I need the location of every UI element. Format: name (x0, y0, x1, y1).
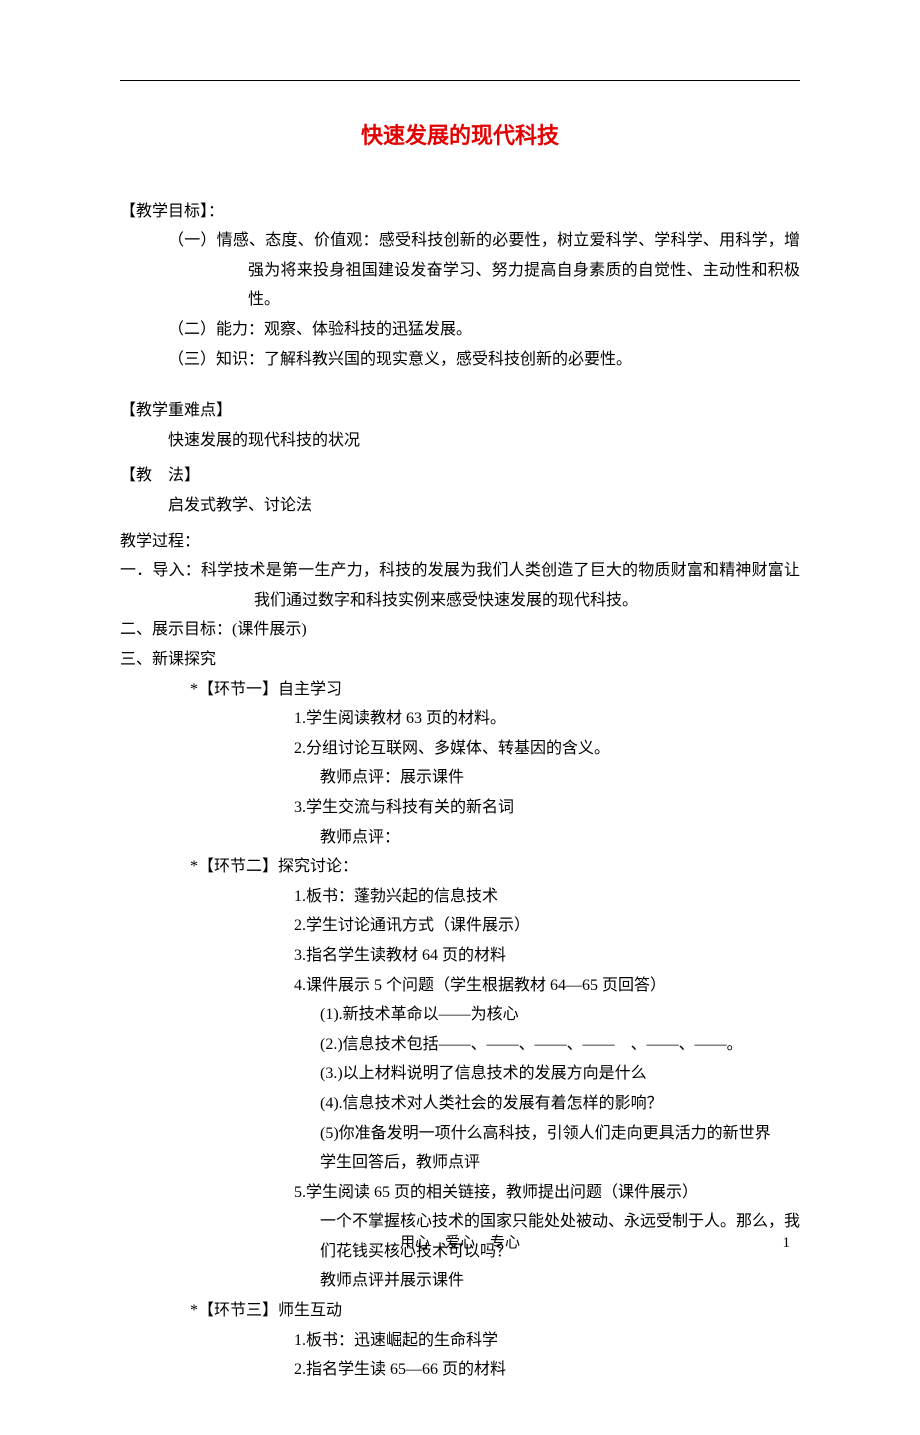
goal-1: （一）情感、态度、价值观：感受科技创新的必要性，树立爱科学、学科学、用科学，增强… (120, 226, 800, 315)
spacer (120, 374, 800, 390)
p2-2: 2.学生讨论通讯方式（课件展示） (120, 911, 800, 941)
difficulty-body: 快速发展的现代科技的状况 (120, 426, 800, 456)
method-heading: 【教 法】 (120, 461, 800, 491)
p2-4-6: 学生回答后，教师点评 (120, 1148, 800, 1178)
page-number: 1 (783, 1230, 791, 1258)
p2-4-5: (5)你准备发明一项什么高科技，引领人们走向更具活力的新世界 (120, 1119, 800, 1149)
p2-4-2: (2.)信息技术包括——、——、——、—— 、——、——。 (120, 1030, 800, 1060)
p1-2a: 教师点评：展示课件 (120, 763, 800, 793)
p1-2: 2.分组讨论互联网、多媒体、转基因的含义。 (120, 734, 800, 764)
p1-1: 1.学生阅读教材 63 页的材料。 (120, 704, 800, 734)
intro-text: 一．导入：科学技术是第一生产力，科技的发展为我们人类创造了巨大的物质财富和精神财… (120, 556, 800, 615)
top-divider (120, 80, 800, 81)
p1-3: 3.学生交流与科技有关的新名词 (120, 793, 800, 823)
document-page: 快速发展的现代科技 【教学目标】： （一）情感、态度、价值观：感受科技创新的必要… (0, 0, 920, 1435)
goal-2: （二）能力：观察、体验科技的迅猛发展。 (120, 315, 800, 345)
p2-4: 4.课件展示 5 个问题（学生根据教材 64—65 页回答） (120, 971, 800, 1001)
method-body: 启发式教学、讨论法 (120, 491, 800, 521)
p2-5: 5.学生阅读 65 页的相关链接，教师提出问题（课件展示） (120, 1178, 800, 1208)
explore-heading: 三、新课探究 (120, 645, 800, 675)
p3-1: 1.板书：迅速崛起的生命科学 (120, 1326, 800, 1356)
part3-heading: *【环节三】师生互动 (120, 1296, 800, 1326)
p2-5b: 教师点评并展示课件 (120, 1266, 800, 1296)
goals-heading: 【教学目标】： (120, 197, 800, 227)
goal-3: （三）知识：了解科教兴国的现实意义，感受科技创新的必要性。 (120, 345, 800, 375)
page-title: 快速发展的现代科技 (120, 116, 800, 157)
p2-4-4: (4).信息技术对人类社会的发展有着怎样的影响？ (120, 1089, 800, 1119)
p2-4-1: (1).新技术革命以——为核心 (120, 1000, 800, 1030)
p2-3: 3.指名学生读教材 64 页的材料 (120, 941, 800, 971)
difficulty-heading: 【教学重难点】 (120, 396, 800, 426)
process-heading: 教学过程： (120, 527, 800, 557)
part2-heading: *【环节二】探究讨论： (120, 852, 800, 882)
p3-2: 2.指名学生读 65—66 页的材料 (120, 1355, 800, 1385)
p2-1: 1.板书：蓬勃兴起的信息技术 (120, 882, 800, 912)
p1-3a: 教师点评： (120, 823, 800, 853)
p2-4-3: (3.)以上材料说明了信息技术的发展方向是什么 (120, 1059, 800, 1089)
part1-heading: *【环节一】自主学习 (120, 675, 800, 705)
show-target: 二、展示目标：(课件展示) (120, 615, 800, 645)
